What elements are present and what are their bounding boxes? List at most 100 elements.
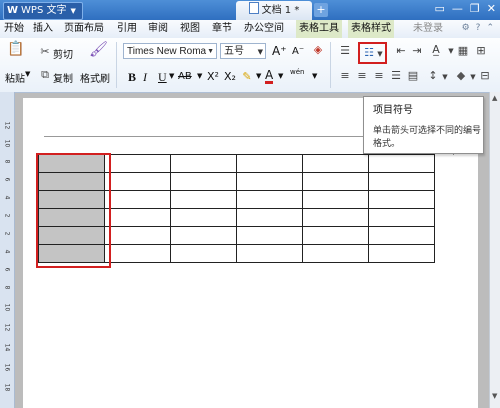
- table-cell[interactable]: [170, 154, 237, 173]
- clear-format-icon[interactable]: ◈: [311, 43, 325, 57]
- table-cell[interactable]: [104, 190, 171, 209]
- highlight-icon[interactable]: ✎: [240, 70, 254, 84]
- table-cell[interactable]: [302, 154, 369, 173]
- menu-review[interactable]: 审阅: [148, 20, 168, 38]
- table-cell[interactable]: [170, 172, 237, 191]
- menu-page-layout[interactable]: 页面布局: [64, 20, 104, 38]
- table-cell[interactable]: [170, 226, 237, 245]
- decrease-indent-icon[interactable]: ⇤: [394, 44, 408, 58]
- paste-button[interactable]: 粘贴: [5, 70, 25, 85]
- table-cell[interactable]: [236, 208, 303, 227]
- scroll-up-icon[interactable]: ▲: [492, 94, 497, 102]
- strikethrough-dropdown-icon[interactable]: ▼: [197, 72, 202, 80]
- justify-icon[interactable]: ☰: [389, 69, 403, 83]
- table-cell[interactable]: [170, 190, 237, 209]
- scroll-down-icon[interactable]: ▼: [492, 392, 497, 400]
- menu-chapter[interactable]: 章节: [212, 20, 232, 38]
- maximize-button[interactable]: ❐: [470, 2, 480, 15]
- table-cell[interactable]: [236, 190, 303, 209]
- font-color-button[interactable]: A: [265, 69, 274, 84]
- scissors-icon[interactable]: ✂: [39, 45, 51, 59]
- skin-icon[interactable]: ⚙: [462, 23, 470, 33]
- table-cell[interactable]: [170, 208, 237, 227]
- chevron-up-icon[interactable]: ⌃: [486, 23, 494, 33]
- grow-font-button[interactable]: A⁺: [272, 44, 287, 58]
- table-cell[interactable]: [170, 244, 237, 263]
- table-cell[interactable]: [302, 172, 369, 191]
- text-tools-dropdown-icon[interactable]: ▼: [446, 44, 456, 58]
- menu-insert[interactable]: 插入: [33, 20, 53, 38]
- text-tools-icon[interactable]: A̲: [428, 43, 444, 57]
- paste-dropdown-icon[interactable]: ▼: [25, 70, 30, 78]
- menu-view[interactable]: 视图: [180, 20, 200, 38]
- login-status[interactable]: 未登录: [413, 20, 443, 38]
- font-size-select[interactable]: 五号 ▼: [220, 43, 266, 59]
- strikethrough-button[interactable]: AB: [178, 71, 192, 82]
- close-button[interactable]: ✕: [487, 2, 496, 15]
- table-cell[interactable]: [368, 208, 435, 227]
- borders-icon[interactable]: ⊟: [478, 69, 492, 83]
- italic-button[interactable]: I: [143, 70, 147, 85]
- format-painter-icon[interactable]: 🖌: [89, 42, 108, 57]
- numbering-button[interactable]: ☷ ▼: [358, 42, 387, 64]
- distribute-icon[interactable]: ▤: [406, 69, 420, 83]
- show-marks-icon[interactable]: ⊞: [474, 44, 488, 58]
- vertical-ruler[interactable]: 12 10 8 6 4 2 2 4 6 8 10 12 14 16 18: [0, 92, 15, 408]
- vertical-scrollbar[interactable]: ▲ ▼: [489, 92, 500, 408]
- bold-button[interactable]: B: [128, 70, 136, 85]
- align-center-icon[interactable]: ≡: [355, 69, 369, 83]
- table-cell[interactable]: [236, 172, 303, 191]
- align-left-icon[interactable]: ≡: [338, 69, 352, 83]
- table-cell[interactable]: [302, 190, 369, 209]
- restore-icon[interactable]: ▭: [435, 2, 445, 15]
- table-cell[interactable]: [302, 244, 369, 263]
- menu-table-style[interactable]: 表格样式: [348, 20, 394, 38]
- shading-dropdown-icon[interactable]: ▼: [468, 70, 478, 84]
- new-tab-button[interactable]: +: [314, 3, 328, 17]
- numbering-dropdown-icon[interactable]: ▼: [376, 47, 384, 61]
- format-painter-button[interactable]: 格式刷: [80, 70, 110, 85]
- minimize-button[interactable]: —: [452, 2, 463, 15]
- menu-table-tools[interactable]: 表格工具: [296, 20, 342, 38]
- underline-button[interactable]: U: [158, 70, 167, 85]
- line-spacing-dropdown-icon[interactable]: ▼: [440, 70, 450, 84]
- highlight-dropdown-icon[interactable]: ▼: [256, 72, 261, 80]
- table-cell[interactable]: [368, 172, 435, 191]
- table-cell[interactable]: [368, 244, 435, 263]
- increase-indent-icon[interactable]: ⇥: [410, 44, 424, 58]
- table-cell[interactable]: [302, 226, 369, 245]
- table-cell[interactable]: [368, 190, 435, 209]
- menu-references[interactable]: 引用: [117, 20, 137, 38]
- table-cell[interactable]: [104, 244, 171, 263]
- shrink-font-button[interactable]: A⁻: [292, 46, 304, 57]
- menu-office-space[interactable]: 办公空间: [244, 20, 284, 38]
- menu-home[interactable]: 开始: [4, 20, 24, 38]
- pinyin-dropdown-icon[interactable]: ▼: [312, 72, 317, 80]
- help-icon[interactable]: ?: [476, 23, 481, 33]
- font-name-select[interactable]: Times New Roma ▼: [123, 43, 217, 59]
- table-cell[interactable]: [368, 226, 435, 245]
- superscript-button[interactable]: X²: [207, 70, 219, 83]
- table-grid-icon[interactable]: ▦: [456, 44, 470, 58]
- cut-button[interactable]: 剪切: [53, 46, 73, 61]
- table-cell[interactable]: [368, 154, 435, 173]
- table-cell[interactable]: [104, 226, 171, 245]
- table-cell[interactable]: [104, 208, 171, 227]
- align-right-icon[interactable]: ≡: [372, 69, 386, 83]
- table-cell[interactable]: [302, 208, 369, 227]
- table-cell[interactable]: [236, 244, 303, 263]
- underline-dropdown-icon[interactable]: ▼: [169, 72, 174, 80]
- pinyin-button[interactable]: wén: [290, 68, 304, 76]
- font-color-dropdown-icon[interactable]: ▼: [278, 72, 283, 80]
- bullet-list-icon[interactable]: ☰: [338, 44, 352, 58]
- paste-icon[interactable]: 📋: [7, 42, 25, 56]
- subscript-button[interactable]: X₂: [224, 70, 236, 83]
- table-cell[interactable]: [236, 226, 303, 245]
- table-cell[interactable]: [104, 154, 171, 173]
- shading-icon[interactable]: ◆: [454, 69, 468, 83]
- app-menu-button[interactable]: W WPS 文字 ▼: [3, 2, 83, 20]
- line-spacing-icon[interactable]: ↕: [426, 69, 440, 83]
- table-cell[interactable]: [236, 154, 303, 173]
- document-tab[interactable]: 文档 1 *: [236, 1, 312, 20]
- copy-icon[interactable]: ⧉: [39, 68, 51, 82]
